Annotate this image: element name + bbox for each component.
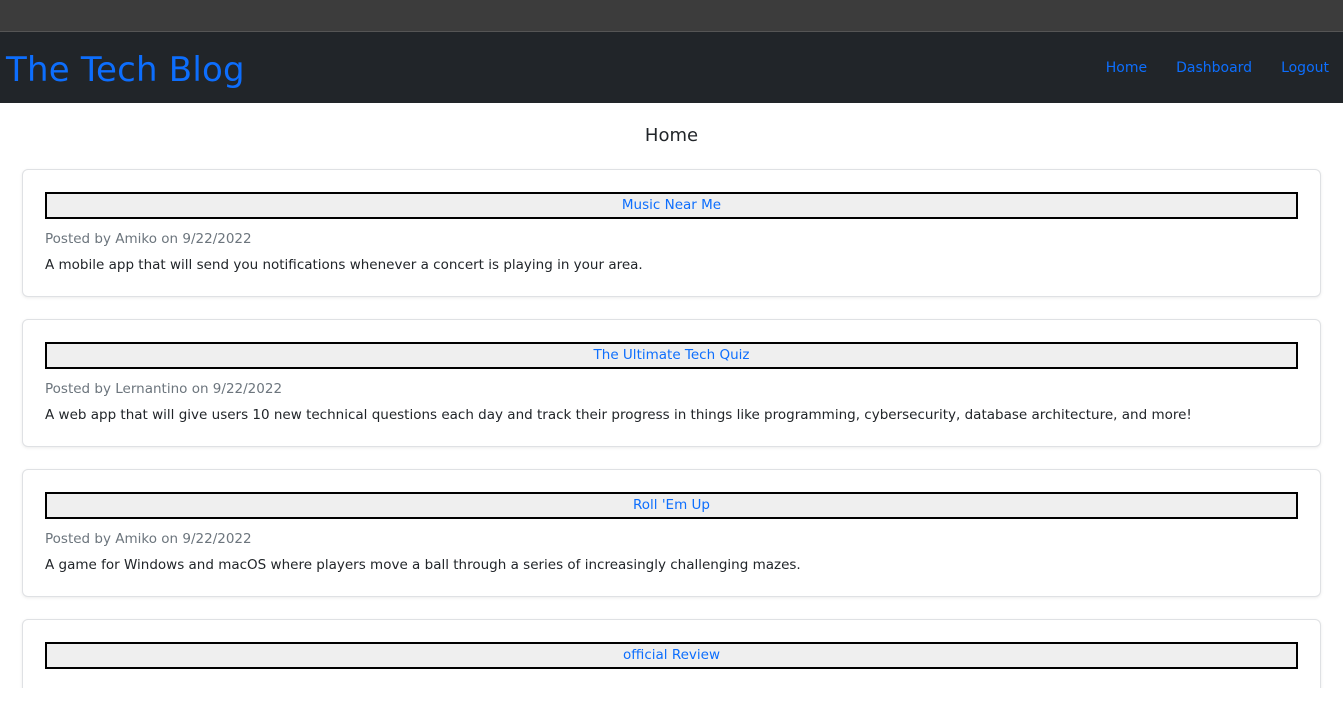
post-body: A web app that will give users 10 new te…	[45, 407, 1192, 423]
post-card: official Review	[22, 619, 1321, 688]
nav-link-dashboard[interactable]: Dashboard	[1176, 60, 1252, 76]
nav-link-logout[interactable]: Logout	[1281, 60, 1329, 76]
browser-chrome-strip	[0, 0, 1343, 32]
post-title-button[interactable]: official Review	[45, 642, 1298, 669]
post-card: Music Near Me Posted by Amiko on 9/22/20…	[22, 169, 1321, 297]
post-body: A mobile app that will send you notifica…	[45, 257, 643, 273]
post-list: Music Near Me Posted by Amiko on 9/22/20…	[0, 147, 1343, 688]
page-bottom	[0, 688, 1343, 721]
page-title: Home	[644, 125, 699, 146]
nav-link-home[interactable]: Home	[1106, 60, 1147, 76]
post-body: A game for Windows and macOS where playe…	[45, 557, 801, 573]
post-meta: Posted by Amiko on 9/22/2022	[45, 531, 252, 547]
post-card: Roll 'Em Up Posted by Amiko on 9/22/2022…	[22, 469, 1321, 597]
navbar: The Tech Blog Home Dashboard Logout	[0, 32, 1343, 103]
main-content: Home Music Near Me Posted by Amiko on 9/…	[0, 103, 1343, 688]
post-title-button[interactable]: Music Near Me	[45, 192, 1298, 219]
nav-links: Home Dashboard Logout	[1077, 32, 1329, 103]
post-title-button[interactable]: The Ultimate Tech Quiz	[45, 342, 1298, 369]
post-meta: Posted by Amiko on 9/22/2022	[45, 231, 252, 247]
post-meta: Posted by Lernantino on 9/22/2022	[45, 381, 283, 397]
post-title-button[interactable]: Roll 'Em Up	[45, 492, 1298, 519]
post-card: The Ultimate Tech Quiz Posted by Lernant…	[22, 319, 1321, 447]
brand-link[interactable]: The Tech Blog	[6, 50, 245, 90]
